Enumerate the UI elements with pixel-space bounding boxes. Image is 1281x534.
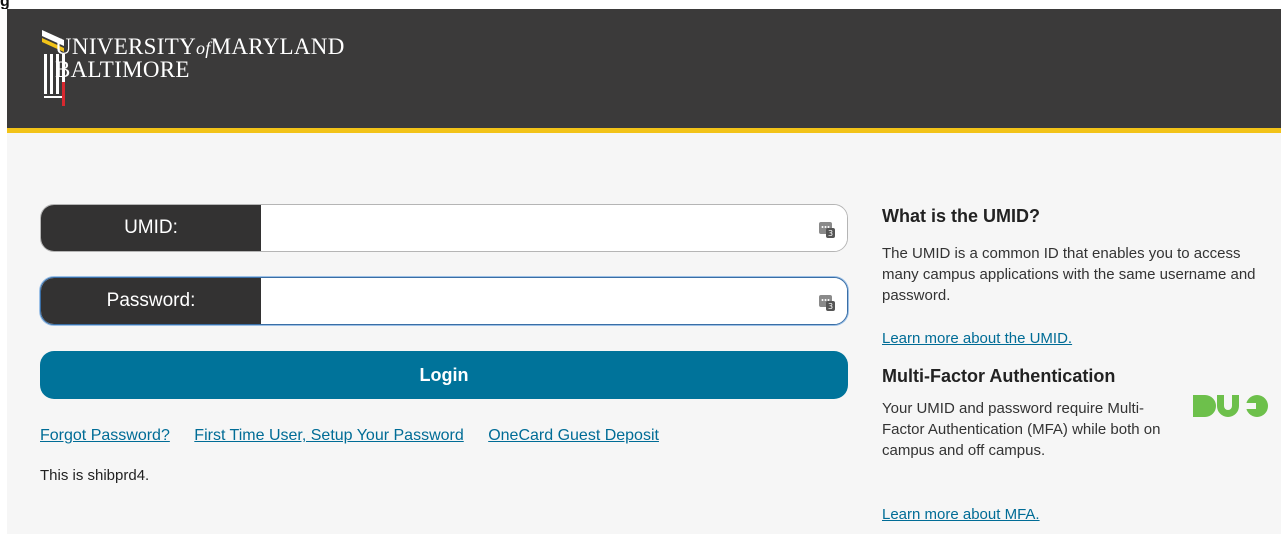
svg-text:3: 3 — [828, 229, 833, 238]
browser-title-fragment: g — [0, 0, 10, 9]
header-gold-stripe — [7, 128, 1281, 133]
forgot-password-link[interactable]: Forgot Password? — [40, 427, 170, 444]
umid-info-title: What is the UMID? — [882, 206, 1040, 226]
wordmark-of: of — [196, 38, 211, 58]
mfa-info-description: Your UMID and password require Multi-Fac… — [882, 400, 1161, 459]
wordmark-university: UNIVERSITY — [55, 34, 196, 59]
umid-field-row: UMID: 3 — [40, 204, 848, 252]
password-manager-key-icon[interactable]: 3 — [819, 220, 835, 238]
help-links: Forgot Password? First Time User, Setup … — [40, 427, 679, 445]
learn-more-umid-link[interactable]: Learn more about the UMID. — [882, 330, 1072, 347]
wordmark-maryland: MARYLAND — [210, 34, 345, 59]
login-button[interactable]: Login — [40, 351, 848, 399]
password-input[interactable] — [261, 278, 847, 324]
server-note: This is shibprd4. — [40, 467, 150, 484]
duo-logo-icon — [1193, 395, 1268, 417]
wordmark-line-2: BALTIMORE — [55, 57, 190, 82]
umid-label: UMID: — [41, 205, 261, 251]
svg-text:3: 3 — [828, 302, 833, 311]
password-manager-key-icon[interactable]: 3 — [819, 293, 835, 311]
university-wordmark: UNIVERSITYofMARYLAND BALTIMORE — [55, 34, 345, 82]
wordmark-line-1: UNIVERSITYofMARYLAND — [55, 34, 345, 59]
learn-more-mfa-link[interactable]: Learn more about MFA. — [882, 506, 1040, 523]
password-field-row: Password: 3 — [40, 277, 848, 325]
site-header: UNIVERSITYofMARYLAND BALTIMORE — [7, 9, 1281, 128]
password-label: Password: — [41, 278, 261, 324]
umid-info-description: The UMID is a common ID that enables you… — [882, 245, 1256, 304]
first-time-user-link[interactable]: First Time User, Setup Your Password — [194, 427, 463, 444]
umid-input[interactable] — [261, 205, 847, 251]
mfa-info-title: Multi-Factor Authentication — [882, 366, 1116, 386]
onecard-guest-deposit-link[interactable]: OneCard Guest Deposit — [488, 427, 659, 444]
login-page: UNIVERSITYofMARYLAND BALTIMORE UMID: 3 P… — [7, 9, 1281, 534]
